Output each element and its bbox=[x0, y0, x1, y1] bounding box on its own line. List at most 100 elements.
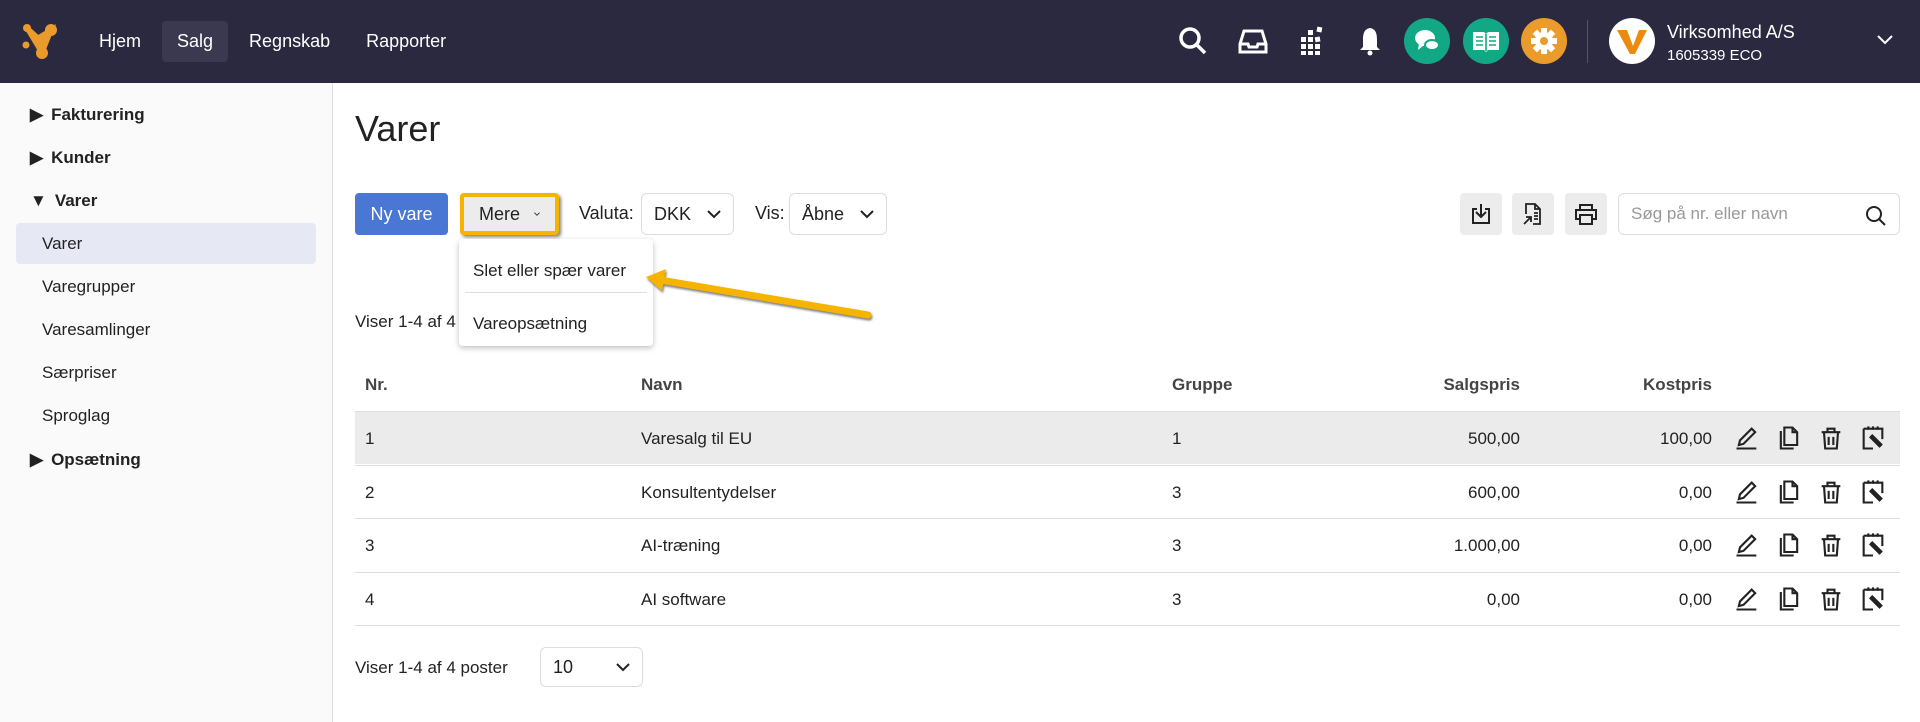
apps-icon[interactable] bbox=[1295, 24, 1329, 58]
chevron-down-icon[interactable] bbox=[1876, 34, 1894, 46]
cell-nr: 2 bbox=[365, 482, 375, 502]
column-header-kostpris[interactable]: Kostpris bbox=[1572, 375, 1712, 395]
view-select[interactable]: Åbne bbox=[789, 193, 888, 235]
cell-nr: 1 bbox=[365, 429, 375, 448]
nav-rapporter[interactable]: Rapporter bbox=[351, 21, 461, 62]
cell-navn[interactable]: AI software bbox=[641, 590, 726, 610]
chat-icon bbox=[1415, 30, 1440, 51]
cell-gruppe: 3 bbox=[1172, 589, 1182, 609]
bell-icon[interactable] bbox=[1353, 24, 1387, 58]
sidebar-group-kunder[interactable]: ▶ Kunder bbox=[30, 148, 111, 168]
cell-gruppe: 3 bbox=[1172, 482, 1182, 502]
table-row[interactable]: 4 AI software 3 0,00 0,00 bbox=[355, 571, 1900, 625]
company-name[interactable]: Virksomhed A/S bbox=[1667, 22, 1795, 43]
top-bar: Hjem Salg Regnskab Rapporter Virksomhed … bbox=[0, 0, 1920, 83]
guide-button[interactable] bbox=[1463, 18, 1509, 64]
copy-icon[interactable] bbox=[1775, 585, 1803, 613]
block-note-icon[interactable] bbox=[1859, 531, 1887, 559]
cell-navn[interactable]: Konsultentydelser bbox=[641, 483, 776, 503]
currency-select[interactable]: DKK bbox=[641, 193, 735, 235]
row-actions bbox=[1733, 424, 1887, 452]
sidebar-item-varegrupper[interactable]: Varegrupper bbox=[16, 266, 316, 307]
caret-down-icon: ▼ bbox=[30, 191, 47, 210]
block-note-icon[interactable] bbox=[1859, 585, 1887, 613]
cell-salgspris: 500,00 bbox=[1468, 429, 1520, 448]
menu-item-settings[interactable]: Vareopsætning bbox=[473, 314, 587, 334]
cell-gruppe: 1 bbox=[1172, 429, 1182, 448]
company-avatar[interactable] bbox=[1609, 18, 1655, 64]
cell-gruppe: 3 bbox=[1172, 536, 1182, 555]
sidebar-group-varer[interactable]: ▼ Varer bbox=[30, 191, 97, 211]
company-logo-icon bbox=[1617, 30, 1647, 54]
more-button[interactable]: Mere bbox=[460, 193, 559, 235]
edit-icon[interactable] bbox=[1733, 424, 1761, 452]
column-header-gruppe[interactable]: Gruppe bbox=[1172, 375, 1232, 395]
trash-icon[interactable] bbox=[1817, 478, 1845, 506]
row-actions bbox=[1733, 478, 1887, 506]
divider bbox=[1587, 20, 1588, 63]
sidebar-item-sproglag[interactable]: Sproglag bbox=[16, 395, 316, 436]
sidebar-group-fakturering[interactable]: ▶ Fakturering bbox=[30, 105, 145, 125]
column-header-navn[interactable]: Navn bbox=[641, 375, 683, 395]
row-actions bbox=[1733, 531, 1887, 559]
trash-icon[interactable] bbox=[1817, 424, 1845, 452]
nav-hjem[interactable]: Hjem bbox=[84, 21, 156, 62]
table-row[interactable]: 2 Konsultentydelser 3 600,00 0,00 bbox=[355, 464, 1900, 518]
menu-divider bbox=[465, 292, 647, 293]
file-import-icon bbox=[1523, 203, 1541, 225]
edit-icon[interactable] bbox=[1733, 478, 1761, 506]
column-header-salgspris[interactable]: Salgspris bbox=[1380, 375, 1520, 395]
nav-salg[interactable]: Salg bbox=[162, 21, 229, 62]
column-header-nr[interactable]: Nr. bbox=[365, 375, 388, 395]
block-note-icon[interactable] bbox=[1859, 478, 1887, 506]
chevron-down-icon bbox=[860, 210, 874, 219]
cell-salgspris: 1.000,00 bbox=[1453, 536, 1520, 555]
table-row[interactable]: 1 Varesalg til EU 1 500,00 100,00 bbox=[355, 411, 1900, 464]
chevron-down-icon bbox=[707, 210, 721, 219]
search-input[interactable]: Søg på nr. eller navn bbox=[1618, 193, 1900, 235]
settings-button[interactable] bbox=[1521, 18, 1567, 64]
caret-right-icon: ▶ bbox=[30, 105, 44, 124]
copy-icon[interactable] bbox=[1775, 531, 1803, 559]
cell-navn[interactable]: Varesalg til EU bbox=[641, 429, 752, 449]
sidebar-group-opsaetning[interactable]: ▶ Opsætning bbox=[30, 450, 141, 470]
search-icon[interactable] bbox=[1865, 205, 1887, 227]
nav-regnskab[interactable]: Regnskab bbox=[234, 21, 345, 62]
block-note-icon[interactable] bbox=[1859, 424, 1887, 452]
new-item-button[interactable]: Ny vare bbox=[355, 193, 448, 235]
chevron-down-icon bbox=[534, 212, 540, 216]
import-button[interactable] bbox=[1512, 193, 1554, 235]
showing-count-top: Viser 1-4 af 4 bbox=[355, 312, 456, 331]
row-actions bbox=[1733, 585, 1887, 613]
sidebar-item-varesamlinger[interactable]: Varesamlinger bbox=[16, 309, 316, 350]
annotation-arrow bbox=[646, 269, 872, 319]
copy-icon[interactable] bbox=[1775, 424, 1803, 452]
cell-kostpris: 100,00 bbox=[1660, 429, 1712, 448]
page-size-select[interactable]: 10 bbox=[540, 647, 643, 687]
chevron-down-icon bbox=[616, 663, 630, 672]
table-row[interactable]: 3 AI-træning 3 1.000,00 0,00 bbox=[355, 518, 1900, 571]
showing-count-bottom: Viser 1-4 af 4 poster bbox=[355, 658, 508, 677]
inbox-icon[interactable] bbox=[1236, 24, 1270, 58]
caret-right-icon: ▶ bbox=[30, 450, 44, 469]
gear-icon bbox=[1531, 28, 1557, 54]
cell-kostpris: 0,00 bbox=[1678, 536, 1712, 555]
print-button[interactable] bbox=[1565, 193, 1607, 235]
trash-icon[interactable] bbox=[1817, 531, 1845, 559]
cell-nr: 3 bbox=[365, 536, 375, 555]
trash-icon[interactable] bbox=[1817, 585, 1845, 613]
chat-button[interactable] bbox=[1404, 18, 1450, 64]
download-icon bbox=[1472, 204, 1490, 224]
copy-icon[interactable] bbox=[1775, 478, 1803, 506]
edit-icon[interactable] bbox=[1733, 531, 1761, 559]
sidebar-item-saerpriser[interactable]: Særpriser bbox=[16, 352, 316, 393]
edit-icon[interactable] bbox=[1733, 585, 1761, 613]
menu-item-delete-block[interactable]: Slet eller spær varer bbox=[473, 261, 626, 281]
app-logo[interactable] bbox=[22, 22, 58, 60]
cell-kostpris: 0,00 bbox=[1678, 482, 1712, 502]
cell-navn[interactable]: AI-træning bbox=[641, 536, 720, 556]
export-button[interactable] bbox=[1460, 193, 1502, 235]
sidebar-item-varer[interactable]: Varer bbox=[16, 223, 316, 264]
more-dropdown-menu: Slet eller spær varer Vareopsætning bbox=[459, 239, 653, 346]
search-icon[interactable] bbox=[1176, 24, 1210, 58]
